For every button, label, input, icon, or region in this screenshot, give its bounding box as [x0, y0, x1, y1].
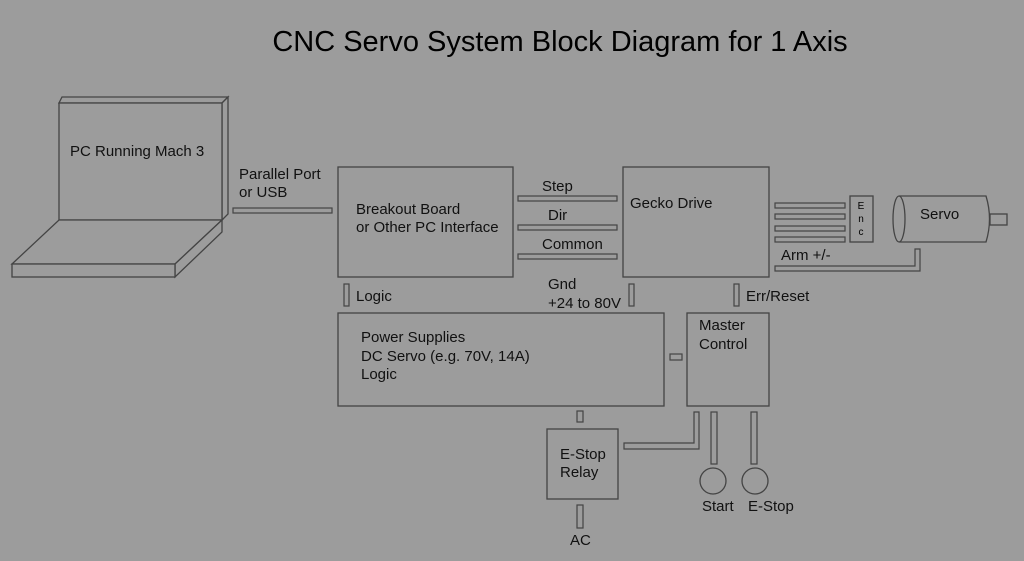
arm-label: Arm +/- [781, 247, 831, 264]
common-label: Common [542, 236, 603, 253]
gecko-drive-block [622, 166, 770, 278]
estop-wire [750, 411, 758, 465]
ac-label: AC [570, 532, 591, 549]
diagram-title: CNC Servo System Block Diagram for 1 Axi… [272, 26, 847, 58]
power-label-2: DC Servo (e.g. 70V, 14A) [361, 348, 530, 365]
breakout-label-2: or Other PC Interface [356, 219, 499, 236]
logic-label: Logic [356, 288, 392, 305]
encoder-wire-1 [774, 202, 846, 209]
step-wire [517, 195, 618, 202]
encoder-wire-4 [774, 236, 846, 243]
dir-wire [517, 224, 618, 231]
power-relay-wire [576, 410, 584, 423]
gecko-label: Gecko Drive [630, 195, 713, 212]
master-label-2: Control [699, 336, 747, 353]
start-button[interactable] [699, 467, 727, 495]
start-wire [710, 411, 718, 465]
pc-link-label-2: or USB [239, 184, 287, 201]
master-relay-wire [623, 411, 700, 450]
voltage-label: +24 to 80V [548, 295, 621, 312]
enc-letter-e: E [858, 201, 865, 212]
power-master-wire [669, 353, 683, 361]
pc-label: PC Running Mach 3 [70, 143, 204, 160]
enc-letter-c: c [859, 227, 864, 238]
step-label: Step [542, 178, 573, 195]
ac-wire [576, 504, 584, 529]
pc-laptop: PC Running Mach 3 [10, 95, 230, 279]
power-label-1: Power Supplies [361, 329, 465, 346]
power-out-wire [628, 283, 635, 307]
pc-link-label-1: Parallel Port [239, 166, 322, 183]
relay-label-2: Relay [560, 464, 599, 481]
enc-letter-n: n [858, 214, 864, 225]
block-diagram: CNC Servo System Block Diagram for 1 Axi… [10, 26, 1008, 549]
breakout-label-1: Breakout Board [356, 201, 460, 218]
encoder-wire-2 [774, 213, 846, 220]
logic-wire [343, 283, 350, 307]
gnd-label: Gnd [548, 276, 576, 293]
common-wire [517, 253, 618, 260]
servo-motor: Servo [892, 195, 1008, 243]
servo-label: Servo [920, 206, 959, 223]
relay-label-1: E-Stop [560, 446, 606, 463]
encoder-wire-3 [774, 225, 846, 232]
err-reset-wire [733, 283, 740, 307]
dir-label: Dir [548, 207, 567, 224]
master-label-1: Master [699, 317, 745, 334]
estop-label: E-Stop [748, 498, 794, 515]
start-label: Start [702, 498, 735, 515]
err-reset-label: Err/Reset [746, 288, 810, 305]
power-label-3: Logic [361, 366, 397, 383]
pc-link-wire [232, 207, 333, 214]
estop-button[interactable] [741, 467, 769, 495]
